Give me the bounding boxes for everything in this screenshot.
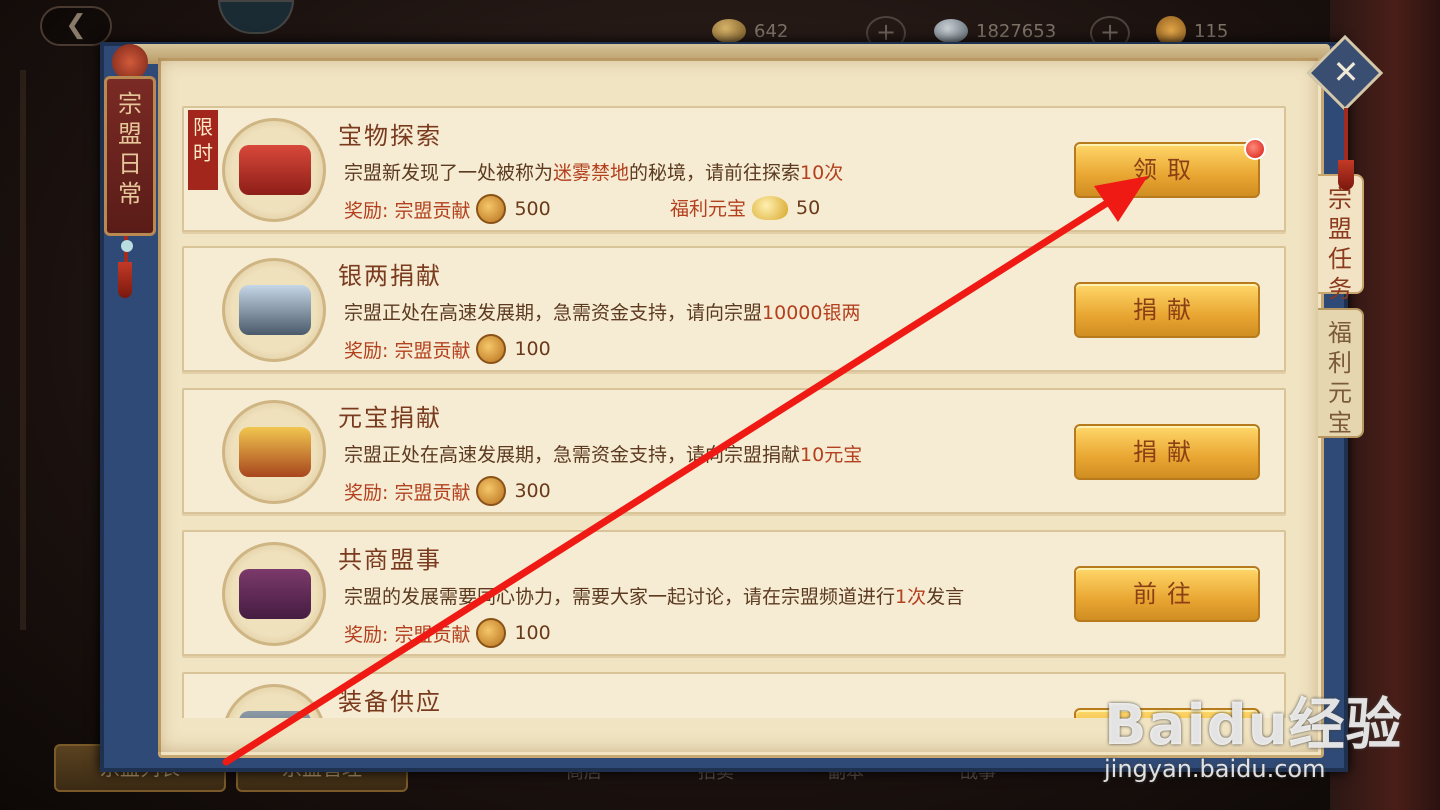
guild-book-icon: [222, 542, 326, 646]
contribution-coin-icon: [476, 476, 507, 506]
task-row: 限时 宝物探索 宗盟新发现了一处被称为迷雾禁地的秘境，请前往探索10次 奖励: …: [182, 106, 1286, 232]
task-description: 宗盟的发展需要同心协力，需要大家一起讨论，请在宗盟频道进行1次发言: [344, 582, 964, 609]
tassel-end-icon: [118, 262, 132, 298]
close-icon[interactable]: ✕: [1326, 50, 1366, 94]
desc-text: 宗盟新发现了一处被称为: [344, 162, 554, 184]
tab-guild-tasks[interactable]: 宗盟任务: [1318, 174, 1364, 303]
desc-text: 宗盟正处在高速发展期，急需资金支持，请向宗盟捐献: [344, 444, 801, 466]
task-row: 共商盟事 宗盟的发展需要同心协力，需要大家一起讨论，请在宗盟频道进行1次发言 奖…: [182, 530, 1286, 656]
reward-label: 奖励: 宗盟贡献: [344, 623, 471, 646]
back-button[interactable]: ❮: [40, 6, 112, 46]
side-banner: 宗盟日常: [104, 76, 156, 236]
avatar[interactable]: [218, 0, 294, 34]
reward-label: 福利元宝: [670, 198, 747, 220]
silver-ingot-icon: [934, 19, 968, 43]
treasure-chest-icon: [222, 118, 326, 222]
task-reward-secondary: 福利元宝 50: [670, 194, 820, 221]
reward-value: 500: [514, 198, 551, 220]
tab-welfare-yuanbao[interactable]: 福利元宝: [1318, 308, 1364, 438]
task-reward: 奖励: 宗盟贡献 300: [344, 476, 551, 506]
desc-highlight: 1次: [895, 586, 927, 608]
contribution-coin-icon: [476, 194, 507, 224]
task-reward: 奖励: 宗盟贡献 100: [344, 334, 551, 364]
close-tassel-icon: [1344, 108, 1348, 168]
task-title: 元宝捐献: [338, 404, 442, 432]
desc-highlight: 10次: [800, 162, 844, 184]
notification-dot-icon: [1244, 138, 1266, 160]
task-description: 宗盟正处在高速发展期，急需资金支持，请向宗盟捐献10元宝: [344, 440, 862, 467]
reward-value: 100: [514, 622, 551, 644]
task-description: 宗盟正处在高速发展期，急需资金支持，请向宗盟10000银两: [344, 298, 860, 325]
claim-button[interactable]: 领取: [1074, 142, 1260, 198]
contribution-coin-icon: [476, 618, 507, 648]
yuanbao-ingot-icon: [752, 195, 789, 220]
reward-label: 奖励: 宗盟贡献: [344, 481, 471, 504]
bead-icon: [121, 240, 133, 252]
gold-ingot-icon: [712, 19, 746, 43]
desc-highlight: 10000银两: [762, 302, 861, 324]
close-tassel-end-icon: [1338, 160, 1354, 190]
task-reward: 奖励: 宗盟贡献 100: [344, 618, 551, 648]
desc-text: 的秘境，请前往探索: [629, 162, 801, 184]
desc-highlight: 10元宝: [800, 444, 863, 466]
go-button[interactable]: 前往: [1074, 566, 1260, 622]
task-list[interactable]: 限时 宝物探索 宗盟新发现了一处被称为迷雾禁地的秘境，请前往探索10次 奖励: …: [182, 106, 1288, 718]
desc-highlight: 迷雾禁地: [553, 162, 630, 184]
task-title: 宝物探索: [338, 122, 442, 150]
contribution-coin-icon: [476, 334, 507, 364]
donate-silver-button[interactable]: 捐献: [1074, 282, 1260, 338]
task-title: 装备供应: [338, 688, 442, 716]
reward-label: 奖励: 宗盟贡献: [344, 339, 471, 362]
gold-tray-icon: [222, 400, 326, 504]
equipment-icon: [222, 684, 326, 718]
task-title: 共商盟事: [338, 546, 442, 574]
reward-label: 奖励: 宗盟贡献: [344, 199, 471, 222]
gold-amount: 642: [754, 20, 789, 42]
limited-time-badge: 限时: [188, 110, 218, 190]
silver-amount: 1827653: [976, 20, 1057, 42]
knot-ornament-icon: [112, 44, 148, 80]
desc-text: 宗盟正处在高速发展期，急需资金支持，请向宗盟: [344, 302, 763, 324]
task-row: 元宝捐献 宗盟正处在高速发展期，急需资金支持，请向宗盟捐献10元宝 奖励: 宗盟…: [182, 388, 1286, 514]
reward-value: 50: [796, 196, 821, 219]
task-title: 银两捐献: [338, 262, 442, 290]
task-row: 银两捐献 宗盟正处在高速发展期，急需资金支持，请向宗盟10000银两 奖励: 宗…: [182, 246, 1286, 372]
task-reward: 奖励: 宗盟贡献 500: [344, 194, 551, 224]
coin-amount: 115: [1194, 20, 1229, 42]
top-bar: ❮ 642 + 1827653 + 115: [0, 0, 1440, 50]
reward-value: 300: [514, 480, 551, 502]
silver-tray-icon: [222, 258, 326, 362]
desc-text: 发言: [926, 586, 965, 608]
desc-text: 宗盟的发展需要同心协力，需要大家一起讨论，请在宗盟频道进行: [344, 586, 896, 608]
watermark-logo: Baidu经验: [1104, 693, 1403, 758]
watermark: Baidu经验 jingyan.baidu.com: [1104, 680, 1403, 783]
donate-yuanbao-button[interactable]: 捐献: [1074, 424, 1260, 480]
reward-value: 100: [514, 338, 551, 360]
task-description: 宗盟新发现了一处被称为迷雾禁地的秘境，请前往探索10次: [344, 158, 843, 185]
